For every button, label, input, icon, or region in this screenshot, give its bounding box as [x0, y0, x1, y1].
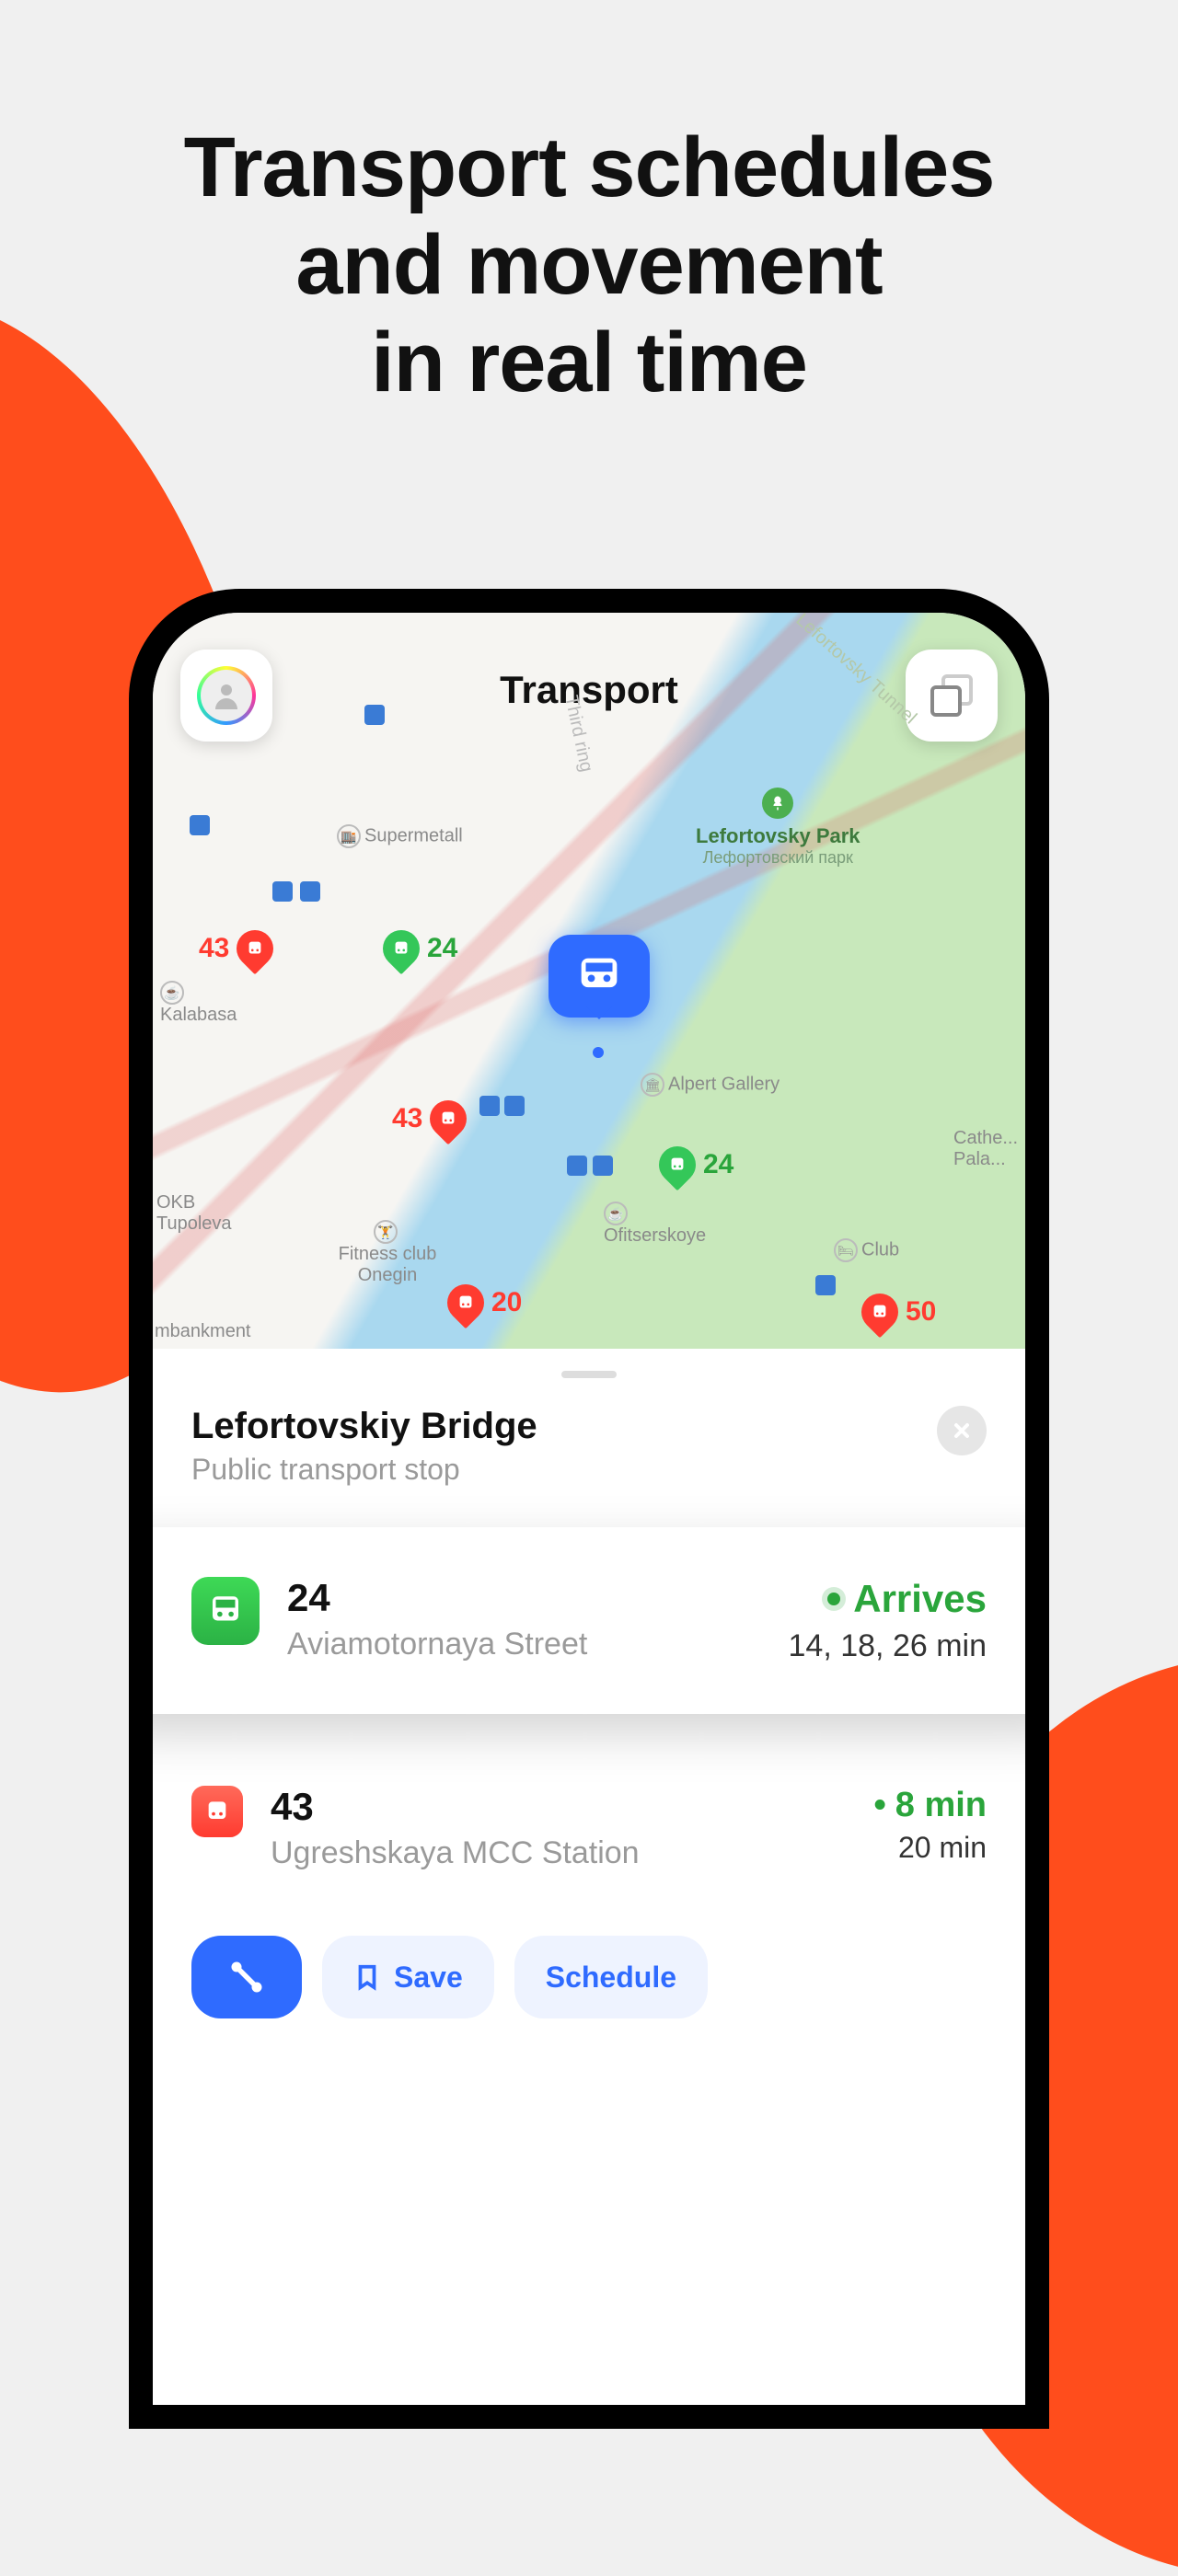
layers-icon [930, 674, 973, 717]
phone-frame: Transport Lefortovsky Park Лефортовский … [129, 589, 1049, 2429]
poi-supermetall[interactable]: 🏬Supermetall [337, 824, 463, 848]
bus-stop-icon [572, 949, 626, 1003]
bus-icon [391, 938, 411, 959]
tram-icon [870, 1302, 890, 1322]
route-marker-24-b[interactable]: 24 [659, 1146, 733, 1183]
route-times: 14, 18, 26 min [789, 1628, 987, 1664]
poi-cathedral[interactable]: Cathe... Pala... [953, 1128, 1025, 1170]
poi-club[interactable]: 🛏Club [834, 1238, 899, 1262]
route-destination: Aviamotornaya Street [287, 1627, 761, 1662]
route-number: 24 [287, 1577, 761, 1619]
poi-alpert[interactable]: 🏛Alpert Gallery [641, 1073, 780, 1097]
selected-stop-dot [593, 1047, 604, 1058]
route-next-arrival: 8 min [873, 1786, 987, 1825]
transit-stop-icon [190, 815, 210, 835]
save-button[interactable]: Save [322, 1936, 494, 2018]
stop-subtitle: Public transport stop [191, 1453, 537, 1487]
route-marker-43-a[interactable]: 43 [199, 930, 273, 967]
tram-icon [245, 938, 265, 959]
map-canvas[interactable]: Transport Lefortovsky Park Лефортовский … [153, 613, 1025, 1349]
route-marker-43-b[interactable]: 43 [392, 1100, 467, 1137]
poi-ofitserskoye[interactable]: ☕Ofitserskoye [604, 1202, 706, 1247]
close-icon [951, 1420, 973, 1442]
poi-kalabasa[interactable]: ☕Kalabasa [160, 981, 237, 1026]
directions-button[interactable] [191, 1936, 302, 2018]
transit-stop-icon [815, 1275, 836, 1295]
tram-icon [438, 1109, 458, 1129]
park-name-alt: Лефортовский парк [696, 848, 860, 868]
tram-icon [456, 1293, 476, 1313]
tree-icon [762, 788, 793, 819]
poi-tunnel: Lefortovsky Tunnel [791, 613, 920, 729]
layers-button[interactable] [906, 650, 998, 742]
transit-stop-icon [272, 881, 293, 902]
route-icon [226, 1957, 267, 1997]
phone-screen: Transport Lefortovsky Park Лефортовский … [153, 613, 1025, 2405]
route-later-arrival: 20 min [873, 1831, 987, 1865]
bus-icon [191, 1577, 260, 1645]
selected-stop-pin[interactable] [549, 935, 650, 1018]
map-mode-title: Transport [500, 668, 678, 712]
route-destination: Ugreshskaya MCC Station [271, 1835, 846, 1871]
close-button[interactable] [937, 1406, 987, 1455]
headline-line-2: and movement [0, 217, 1178, 315]
tram-icon [191, 1786, 243, 1837]
bus-icon [667, 1155, 687, 1175]
route-number: 43 [271, 1786, 846, 1828]
route-status: Arrives [789, 1577, 987, 1621]
schedule-button[interactable]: Schedule [514, 1936, 708, 2018]
action-row: Save Schedule [153, 1912, 1025, 2018]
route-marker-20[interactable]: 20 [447, 1284, 522, 1321]
headline-line-1: Transport schedules [0, 120, 1178, 217]
transit-stop-icon [593, 1156, 613, 1176]
marketing-headline: Transport schedules and movement in real… [0, 0, 1178, 411]
sheet-header: Lefortovskiy Bridge Public transport sto… [153, 1406, 1025, 1496]
live-dot-icon [827, 1593, 840, 1605]
transit-stop-icon [567, 1156, 587, 1176]
sheet-grabber[interactable] [561, 1371, 617, 1378]
headline-line-3: in real time [0, 315, 1178, 412]
avatar-ring-icon [197, 666, 256, 725]
transit-stop-icon [300, 881, 320, 902]
poi-okb[interactable]: OKB Tupoleva [156, 1192, 267, 1235]
park-name: Lefortovsky Park [696, 824, 860, 848]
transit-stop-icon [364, 705, 385, 725]
route-card-24[interactable]: 24 Aviamotornaya Street Arrives 14, 18, … [153, 1527, 1025, 1714]
poi-onegin[interactable]: 🏋Fitness club Onegin [318, 1220, 456, 1286]
profile-button[interactable] [180, 650, 272, 742]
poi-mbankment: mbankment [155, 1321, 251, 1342]
park-marker[interactable]: Lefortovsky Park Лефортовский парк [696, 788, 860, 868]
bookmark-icon [353, 1963, 381, 1991]
route-marker-24-a[interactable]: 24 [383, 930, 457, 967]
bottom-sheet[interactable]: Lefortovskiy Bridge Public transport sto… [153, 1349, 1025, 2055]
route-marker-50[interactable]: 50 [861, 1294, 936, 1330]
route-card-43[interactable]: 43 Ugreshskaya MCC Station 8 min 20 min [153, 1745, 1025, 1912]
stop-title: Lefortovskiy Bridge [191, 1406, 537, 1447]
transit-stop-icon [504, 1096, 525, 1116]
transit-stop-icon [479, 1096, 500, 1116]
